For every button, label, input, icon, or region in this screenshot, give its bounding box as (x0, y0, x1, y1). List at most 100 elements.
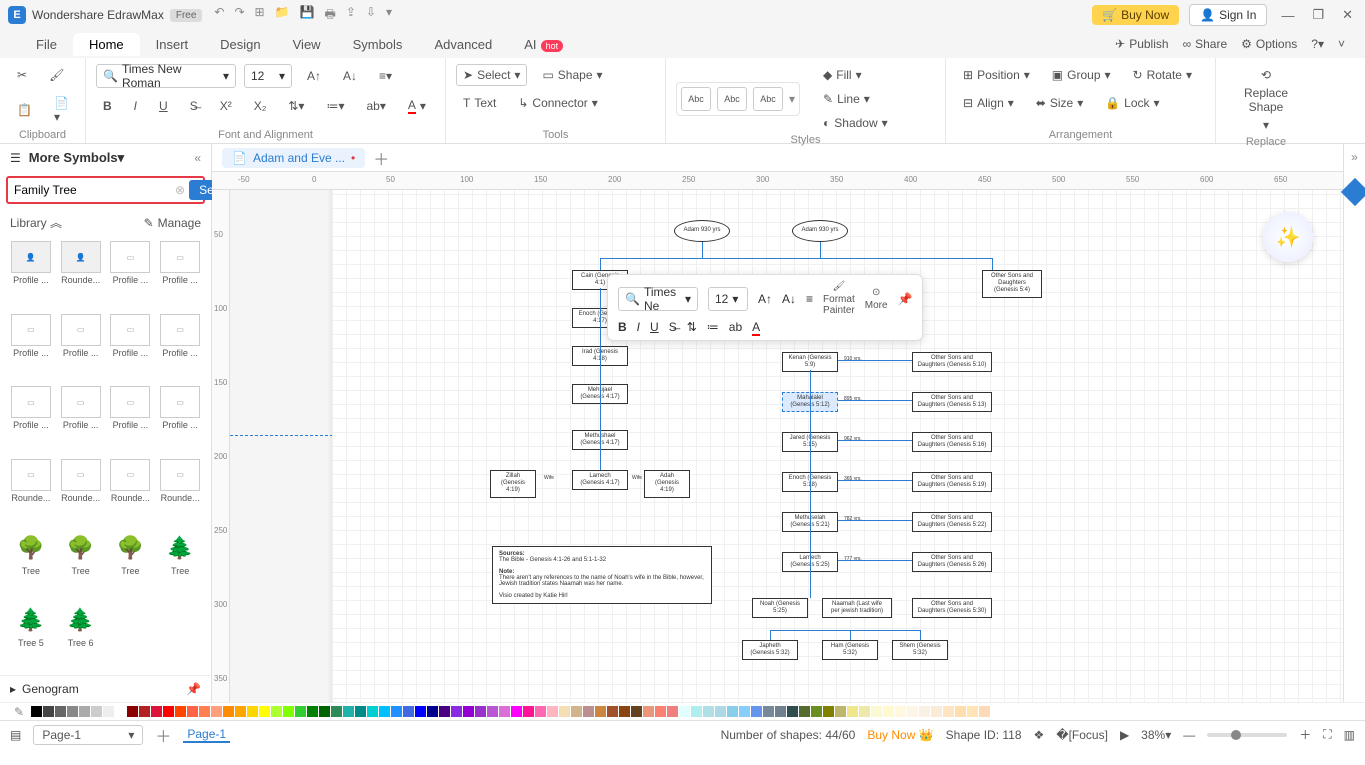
color-swatch[interactable] (979, 706, 990, 717)
shape-item[interactable]: ▭Profile ... (157, 241, 203, 308)
color-swatch[interactable] (535, 706, 546, 717)
color-swatch[interactable] (619, 706, 630, 717)
maximize-icon[interactable]: ❐ (1308, 7, 1328, 23)
node-osd5[interactable]: Other Sons and Daughters (Genesis 5:22) (912, 512, 992, 532)
manage-library-button[interactable]: ✎Manage (144, 214, 201, 231)
shape-item[interactable]: ▭Profile ... (8, 314, 54, 381)
shape-item[interactable]: ▭Profile ... (58, 314, 104, 381)
color-swatch[interactable] (379, 706, 390, 717)
highlight-icon[interactable]: ab▾ (359, 95, 392, 117)
node-osdtop[interactable]: Other Sons and Daughters (Genesis 5:4) (982, 270, 1042, 298)
color-swatch[interactable] (967, 706, 978, 717)
color-swatch[interactable] (367, 706, 378, 717)
color-swatch[interactable] (643, 706, 654, 717)
redo-icon[interactable]: ↷ (234, 5, 244, 26)
strike-icon[interactable]: S̶ (183, 95, 205, 117)
menu-insert[interactable]: Insert (140, 33, 205, 56)
color-swatch[interactable] (331, 706, 342, 717)
color-swatch[interactable] (67, 706, 78, 717)
color-swatch[interactable] (751, 706, 762, 717)
color-swatch[interactable] (271, 706, 282, 717)
ribbon-collapse-icon[interactable]: ˅ (1338, 37, 1345, 51)
color-swatch[interactable] (163, 706, 174, 717)
expand-right-icon[interactable]: » (1351, 150, 1358, 164)
genogram-section[interactable]: ▸ Genogram📌 (0, 675, 211, 702)
color-swatch[interactable] (823, 706, 834, 717)
menu-file[interactable]: File (20, 33, 73, 56)
paste-icon[interactable]: 📄▾ (47, 92, 76, 128)
save-icon[interactable]: 💾 (300, 5, 315, 26)
color-swatch[interactable] (631, 706, 642, 717)
copy-icon[interactable]: 📋 (10, 99, 39, 121)
shadow-button[interactable]: ◐Shadow▾ (816, 112, 895, 134)
line-spacing-icon[interactable]: ⇅▾ (281, 95, 311, 117)
font-select[interactable]: 🔍Times New Roman▾ (96, 64, 236, 88)
shape-item[interactable]: 🌲Tree 5 (8, 604, 54, 671)
node-ham[interactable]: Ham (Genesis 5:32) (822, 640, 878, 660)
page-selector[interactable]: Page-1▾ (33, 725, 143, 745)
float-highlight-icon[interactable]: ab (729, 320, 742, 334)
text-tool[interactable]: TText (456, 92, 503, 114)
clear-search-icon[interactable]: ⊗ (175, 183, 185, 197)
align-icon[interactable]: ≡▾ (372, 65, 399, 87)
shape-item[interactable]: ▭Profile ... (108, 241, 154, 308)
float-spacing-icon[interactable]: ⇅ (687, 320, 697, 334)
shape-tool[interactable]: ▭Shape▾ (535, 64, 609, 86)
color-swatch[interactable] (355, 706, 366, 717)
fill-button[interactable]: ◆Fill▾ (816, 64, 895, 86)
symbol-search-input[interactable] (12, 181, 171, 199)
page-tab[interactable]: Page-1 (183, 727, 230, 743)
shape-item[interactable]: ▭Profile ... (157, 386, 203, 453)
float-shrink-icon[interactable]: A↓ (782, 292, 796, 306)
shape-item[interactable]: 🌳Tree (58, 532, 104, 599)
float-bold-icon[interactable]: B (618, 320, 627, 334)
shape-item[interactable]: ▭Profile ... (8, 386, 54, 453)
color-swatch[interactable] (595, 706, 606, 717)
color-swatch[interactable] (739, 706, 750, 717)
float-italic-icon[interactable]: I (637, 320, 640, 334)
zoom-value[interactable]: 38%▾ (1141, 728, 1171, 742)
connector-tool[interactable]: ↳Connector▾ (511, 92, 604, 114)
menu-view[interactable]: View (277, 33, 337, 56)
color-swatch[interactable] (295, 706, 306, 717)
color-swatch[interactable] (319, 706, 330, 717)
size-button[interactable]: ⬌ Size▾ (1029, 92, 1090, 114)
color-swatch[interactable] (679, 706, 690, 717)
sign-in-button[interactable]: 👤Sign In (1189, 4, 1267, 26)
node-adam-2[interactable]: Adam 930 yrs (792, 220, 848, 242)
float-size-select[interactable]: 12▾ (708, 287, 748, 311)
node-osd3[interactable]: Other Sons and Daughters (Genesis 5:16) (912, 432, 992, 452)
undo-icon[interactable]: ↶ (214, 5, 224, 26)
menu-design[interactable]: Design (204, 33, 276, 56)
pages-icon[interactable]: ▤ (10, 728, 21, 742)
color-swatch[interactable] (451, 706, 462, 717)
node-osd6[interactable]: Other Sons and Daughters (Genesis 5:26) (912, 552, 992, 572)
node-adam-1[interactable]: Adam 930 yrs (674, 220, 730, 242)
color-swatch[interactable] (871, 706, 882, 717)
color-swatch[interactable] (895, 706, 906, 717)
focus-button[interactable]: �[Focus] (1056, 728, 1108, 742)
replace-shape-button[interactable]: ⟲Replace Shape▾ (1237, 64, 1295, 136)
minimize-icon[interactable]: — (1277, 8, 1298, 23)
document-tab[interactable]: 📄Adam and Eve ...• (222, 148, 365, 168)
color-swatch[interactable] (811, 706, 822, 717)
color-swatch[interactable] (223, 706, 234, 717)
color-swatch[interactable] (427, 706, 438, 717)
print-icon[interactable]: 🖶 (325, 5, 336, 26)
float-strike-icon[interactable]: S̶ (669, 320, 677, 334)
close-icon[interactable]: ✕ (1338, 7, 1357, 23)
float-pin-icon[interactable]: 📌 (898, 292, 913, 306)
color-swatch[interactable] (187, 706, 198, 717)
node-adah[interactable]: Adah (Genesis 4:19) (644, 470, 690, 498)
shape-item[interactable]: 🌳Tree (8, 532, 54, 599)
color-swatch[interactable] (403, 706, 414, 717)
color-swatch[interactable] (571, 706, 582, 717)
color-swatch[interactable] (607, 706, 618, 717)
color-swatch[interactable] (691, 706, 702, 717)
color-swatch[interactable] (307, 706, 318, 717)
color-swatch[interactable] (463, 706, 474, 717)
add-page-button[interactable]: ＋ (155, 723, 171, 747)
node-shem[interactable]: Shem (Genesis 5:32) (892, 640, 948, 660)
qa-more-icon[interactable]: ▾ (386, 5, 392, 26)
color-swatch[interactable] (439, 706, 450, 717)
